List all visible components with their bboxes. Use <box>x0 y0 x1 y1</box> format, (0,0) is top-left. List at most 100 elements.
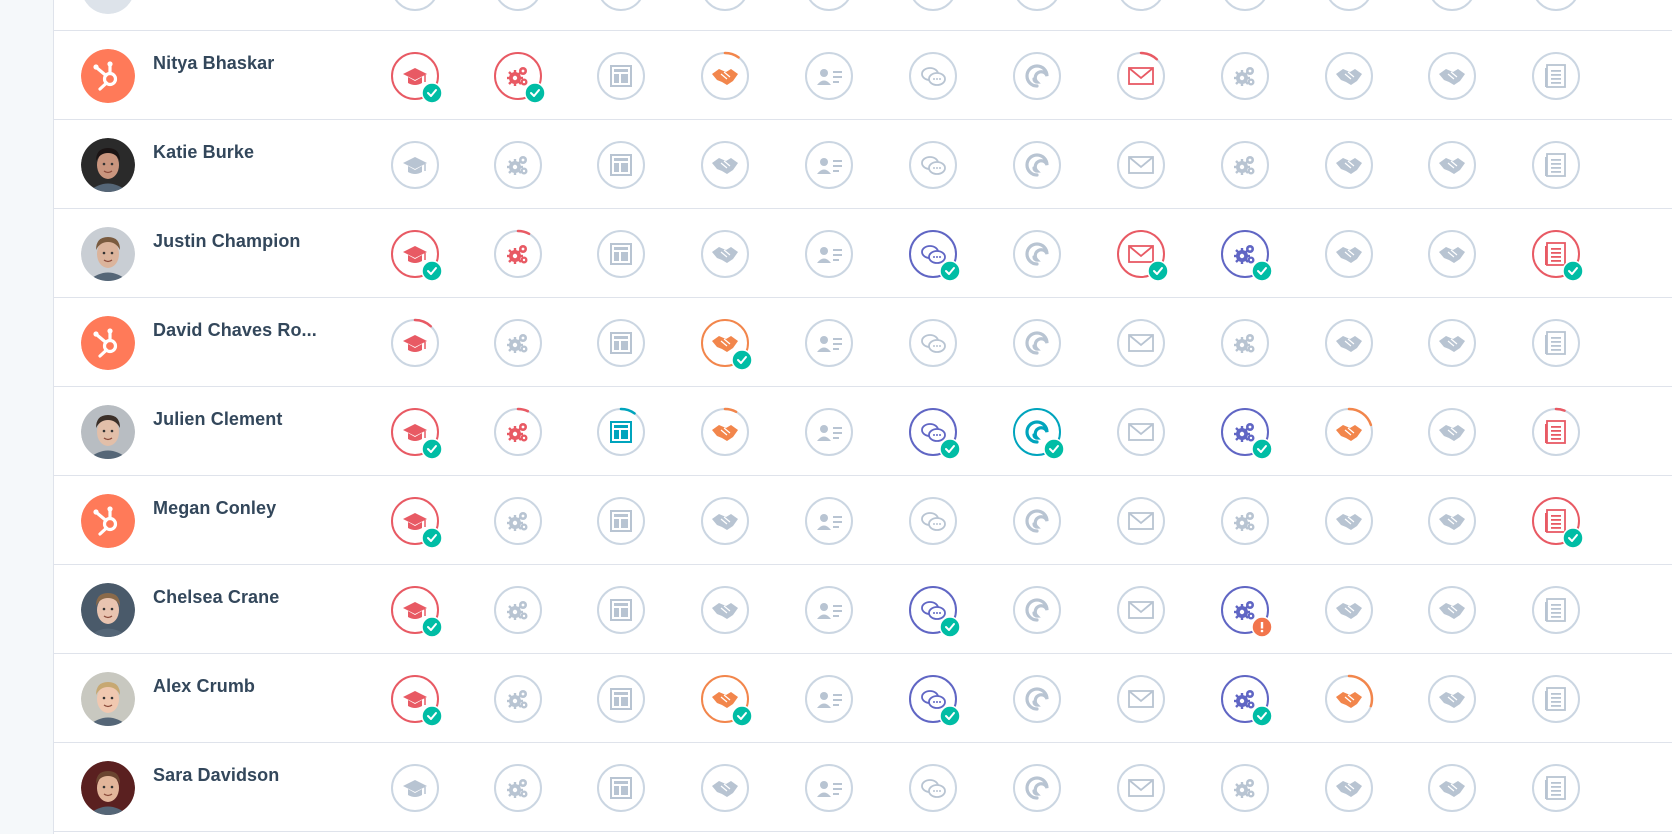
course-badge-contact-management[interactable] <box>804 763 854 813</box>
course-badge-conversations[interactable] <box>908 496 958 546</box>
course-badge-content-marketing[interactable] <box>1531 496 1584 549</box>
course-badge-conversations[interactable] <box>908 585 961 638</box>
course-badge-contextual-marketing[interactable] <box>596 0 646 12</box>
course-badge-inbound-sales[interactable] <box>493 585 543 635</box>
course-badge-contact-management[interactable] <box>804 318 854 368</box>
user-name[interactable]: Katie Burke <box>153 142 254 163</box>
course-badge-sales-software[interactable] <box>1324 318 1374 368</box>
course-badge-sales-software[interactable] <box>1324 585 1374 635</box>
course-badge-content-marketing[interactable] <box>1531 0 1581 12</box>
user-name[interactable]: David Chaves Ro... <box>153 320 317 341</box>
course-badge-email-marketing[interactable] <box>1116 318 1166 368</box>
course-badge-conversations[interactable] <box>908 229 961 282</box>
course-badge-contact-management[interactable] <box>804 140 854 190</box>
course-badge-contact-management[interactable] <box>804 0 854 12</box>
course-badge-growth-driven-design[interactable] <box>1012 318 1062 368</box>
course-badge-growth-driven-design[interactable] <box>1012 585 1062 635</box>
course-badge-inbound-sales[interactable] <box>493 140 543 190</box>
course-badge-contact-management[interactable] <box>804 496 854 546</box>
course-badge-sales-enablement[interactable] <box>700 496 750 546</box>
course-badge-sales-management[interactable] <box>1427 318 1477 368</box>
course-badge-sales-software[interactable] <box>1324 407 1374 457</box>
course-badge-marketing-software[interactable] <box>1220 407 1273 460</box>
course-badge-sales-enablement[interactable] <box>700 0 750 12</box>
course-badge-marketing-software[interactable] <box>1220 318 1270 368</box>
course-badge-email-marketing[interactable] <box>1116 407 1166 457</box>
course-badge-marketing-software[interactable] <box>1220 763 1270 813</box>
course-badge-inbound-sales[interactable] <box>493 763 543 813</box>
course-badge-sales-management[interactable] <box>1427 763 1477 813</box>
course-badge-contextual-marketing[interactable] <box>596 140 646 190</box>
course-badge-conversations[interactable] <box>908 763 958 813</box>
course-badge-inbound-sales[interactable] <box>493 0 543 12</box>
course-badge-email-marketing[interactable] <box>1116 51 1166 101</box>
course-badge-sales-management[interactable] <box>1427 51 1477 101</box>
course-badge-contextual-marketing[interactable] <box>596 229 646 279</box>
course-badge-contextual-marketing[interactable] <box>596 407 646 457</box>
course-badge-contact-management[interactable] <box>804 674 854 724</box>
course-badge-content-marketing[interactable] <box>1531 51 1581 101</box>
course-badge-marketing-software[interactable] <box>1220 674 1273 727</box>
course-badge-contextual-marketing[interactable] <box>596 674 646 724</box>
course-badge-conversations[interactable] <box>908 0 958 12</box>
course-badge-inbound-sales[interactable] <box>493 51 546 104</box>
course-badge-contextual-marketing[interactable] <box>596 496 646 546</box>
course-badge-conversations[interactable] <box>908 140 958 190</box>
course-badge-sales-management[interactable] <box>1427 140 1477 190</box>
user-name[interactable]: Megan Conley <box>153 498 276 519</box>
course-badge-sales-software[interactable] <box>1324 51 1374 101</box>
course-badge-sales-software[interactable] <box>1324 674 1374 724</box>
course-badge-sales-software[interactable] <box>1324 140 1374 190</box>
course-badge-content-marketing[interactable] <box>1531 318 1581 368</box>
course-badge-sales-software[interactable] <box>1324 496 1374 546</box>
course-badge-sales-management[interactable] <box>1427 585 1477 635</box>
course-badge-inbound-sales[interactable] <box>493 407 543 457</box>
course-badge-growth-driven-design[interactable] <box>1012 496 1062 546</box>
course-badge-contact-management[interactable] <box>804 585 854 635</box>
course-badge-inbound-sales[interactable] <box>493 318 543 368</box>
course-badge-inbound[interactable] <box>390 51 443 104</box>
course-badge-marketing-software[interactable] <box>1220 51 1270 101</box>
course-badge-sales-enablement[interactable] <box>700 51 750 101</box>
course-badge-conversations[interactable] <box>908 407 961 460</box>
course-badge-content-marketing[interactable] <box>1531 140 1581 190</box>
course-badge-sales-enablement[interactable] <box>700 407 750 457</box>
course-badge-email-marketing[interactable] <box>1116 229 1169 282</box>
course-badge-inbound[interactable] <box>390 229 443 282</box>
course-badge-email-marketing[interactable] <box>1116 763 1166 813</box>
course-badge-content-marketing[interactable] <box>1531 674 1581 724</box>
course-badge-inbound[interactable] <box>390 585 443 638</box>
course-badge-content-marketing[interactable] <box>1531 407 1581 457</box>
course-badge-sales-enablement[interactable] <box>700 318 753 371</box>
course-badge-sales-software[interactable] <box>1324 0 1374 12</box>
course-badge-growth-driven-design[interactable] <box>1012 0 1062 12</box>
user-name[interactable]: Nitya Bhaskar <box>153 53 274 74</box>
course-badge-growth-driven-design[interactable] <box>1012 229 1062 279</box>
course-badge-contextual-marketing[interactable] <box>596 763 646 813</box>
user-name[interactable]: Alex Crumb <box>153 676 255 697</box>
user-name[interactable]: Justin Champion <box>153 231 301 252</box>
course-badge-sales-enablement[interactable] <box>700 674 753 727</box>
course-badge-inbound[interactable] <box>390 496 443 549</box>
course-badge-marketing-software[interactable] <box>1220 140 1270 190</box>
course-badge-inbound-sales[interactable] <box>493 674 543 724</box>
course-badge-contextual-marketing[interactable] <box>596 318 646 368</box>
course-badge-sales-management[interactable] <box>1427 496 1477 546</box>
course-badge-sales-management[interactable] <box>1427 674 1477 724</box>
course-badge-growth-driven-design[interactable] <box>1012 674 1062 724</box>
user-name[interactable]: Julien Clement <box>153 409 282 430</box>
course-badge-content-marketing[interactable] <box>1531 229 1584 282</box>
course-badge-growth-driven-design[interactable] <box>1012 140 1062 190</box>
course-badge-contextual-marketing[interactable] <box>596 51 646 101</box>
course-badge-email-marketing[interactable] <box>1116 0 1166 12</box>
course-badge-conversations[interactable] <box>908 674 961 727</box>
course-badge-inbound[interactable] <box>390 140 440 190</box>
course-badge-marketing-software[interactable] <box>1220 496 1270 546</box>
course-badge-inbound-sales[interactable] <box>493 496 543 546</box>
course-badge-contact-management[interactable] <box>804 229 854 279</box>
course-badge-sales-management[interactable] <box>1427 229 1477 279</box>
course-badge-sales-software[interactable] <box>1324 229 1374 279</box>
course-badge-marketing-software[interactable] <box>1220 585 1273 638</box>
course-badge-sales-enablement[interactable] <box>700 140 750 190</box>
course-badge-content-marketing[interactable] <box>1531 585 1581 635</box>
